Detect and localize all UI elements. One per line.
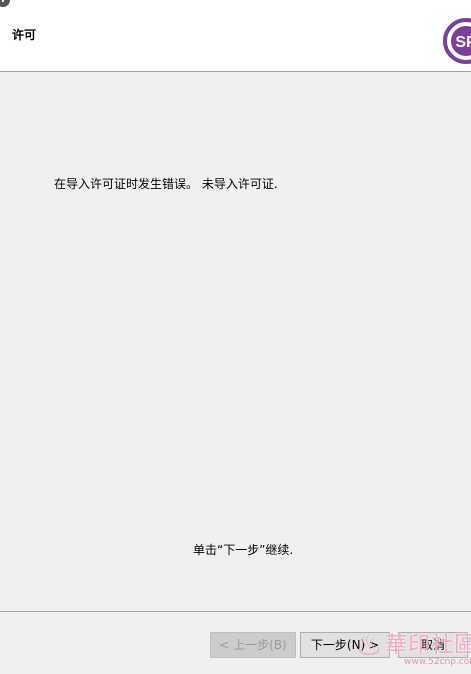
sp-logo: SP bbox=[443, 18, 471, 64]
wizard-header: i 许可 SP bbox=[0, 0, 471, 72]
cancel-button[interactable]: 取消 bbox=[398, 632, 468, 658]
info-icon: i bbox=[0, 0, 10, 7]
error-message: 在导入许可证时发生错误。 未导入许可证. bbox=[54, 177, 278, 191]
continue-instruction: 单击“下一步”继续. bbox=[193, 543, 294, 557]
wizard-content: 在导入许可证时发生错误。 未导入许可证. 单击“下一步”继续. bbox=[0, 72, 471, 610]
logo-text: SP bbox=[455, 34, 471, 51]
wizard-footer: < 上一步(B) 下一步(N) > 取消 bbox=[0, 611, 471, 674]
page-title: 许可 bbox=[12, 28, 37, 42]
next-button[interactable]: 下一步(N) > bbox=[300, 632, 390, 658]
back-button[interactable]: < 上一步(B) bbox=[210, 632, 296, 658]
